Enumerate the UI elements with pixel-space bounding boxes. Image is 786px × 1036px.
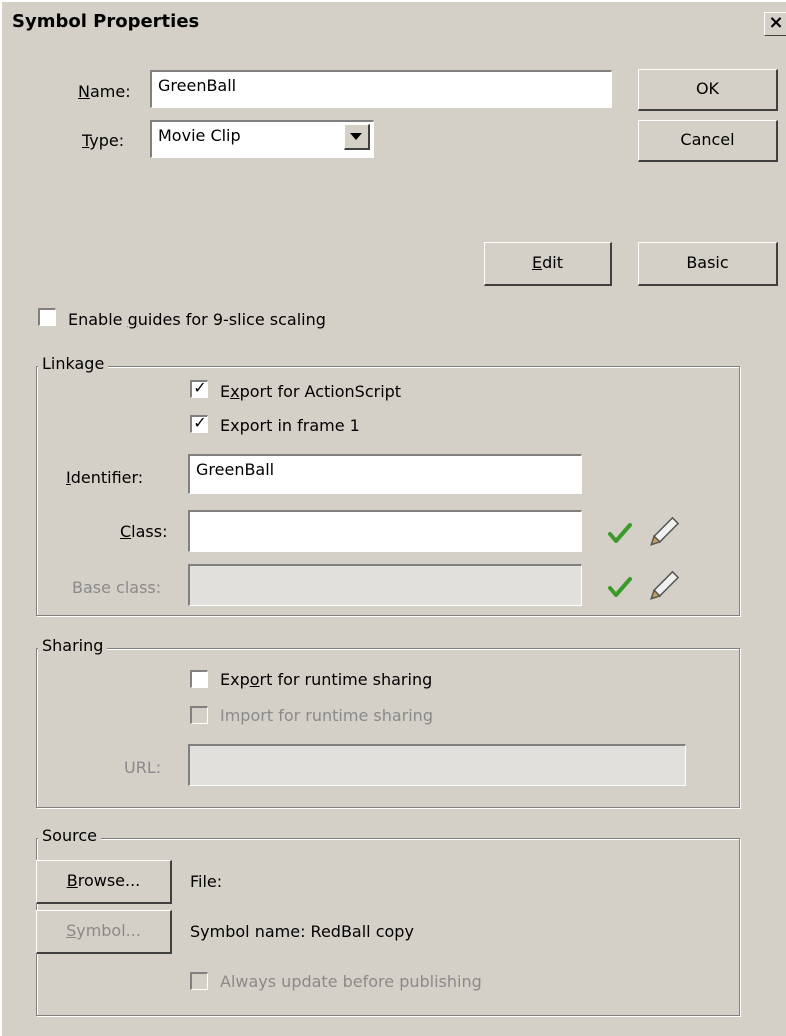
- cancel-button[interactable]: Cancel: [638, 120, 778, 162]
- file-label: File:: [190, 872, 223, 891]
- checkmark-icon: ✓: [193, 413, 207, 432]
- always-update-checkbox: [190, 972, 208, 990]
- export-runtime-label: Export for runtime sharing: [220, 670, 433, 689]
- check-icon: [608, 523, 632, 543]
- ok-button[interactable]: OK: [638, 69, 778, 111]
- edit-base-class-button[interactable]: [642, 564, 686, 608]
- edit-button[interactable]: Edit: [484, 242, 612, 286]
- browse-button[interactable]: Browse...: [36, 860, 172, 904]
- symbol-properties-dialog: Symbol Properties × Name: GreenBall Type…: [0, 0, 786, 1036]
- validate-base-class-button[interactable]: [598, 564, 642, 608]
- check-icon: [608, 577, 632, 597]
- source-title: Source: [38, 826, 101, 845]
- export-runtime-checkbox[interactable]: [190, 670, 208, 688]
- close-button[interactable]: ×: [764, 12, 786, 36]
- identifier-input[interactable]: GreenBall: [188, 454, 582, 494]
- checkmark-icon: ✓: [193, 378, 207, 397]
- pencil-icon: [650, 516, 680, 546]
- name-input[interactable]: GreenBall: [150, 70, 612, 108]
- validate-class-button[interactable]: [598, 510, 642, 554]
- identifier-label: Identifier:: [66, 468, 144, 487]
- always-update-label: Always update before publishing: [220, 972, 482, 991]
- type-dropdown-button[interactable]: [344, 124, 370, 150]
- pencil-icon: [650, 570, 680, 600]
- symbol-name-label: Symbol name: RedBall copy: [190, 922, 414, 941]
- chevron-down-icon: [350, 133, 362, 140]
- type-select-value: Movie Clip: [158, 126, 241, 145]
- name-label: Name:: [78, 82, 131, 101]
- export-actionscript-checkbox[interactable]: ✓: [190, 378, 208, 398]
- type-label: Type:: [82, 131, 125, 150]
- guides-checkbox[interactable]: [38, 308, 56, 326]
- class-label: Class:: [120, 522, 168, 541]
- linkage-title: Linkage: [38, 354, 109, 373]
- url-input: [188, 744, 686, 786]
- url-label: URL:: [124, 758, 162, 777]
- export-frame1-label: Export in frame 1: [220, 416, 360, 435]
- edit-class-button[interactable]: [642, 510, 686, 554]
- base-class-input: [188, 564, 582, 606]
- title-bar: Symbol Properties ×: [2, 2, 786, 42]
- export-frame1-checkbox[interactable]: ✓: [190, 413, 208, 433]
- class-input[interactable]: [188, 510, 582, 552]
- import-runtime-checkbox: [190, 706, 208, 724]
- guides-label: Enable guides for 9-slice scaling: [68, 310, 326, 329]
- close-icon: ×: [768, 12, 784, 33]
- basic-button[interactable]: Basic: [638, 242, 778, 286]
- import-runtime-label: Import for runtime sharing: [220, 706, 433, 725]
- export-actionscript-label: Export for ActionScript: [220, 382, 402, 401]
- type-select[interactable]: Movie Clip: [150, 120, 374, 158]
- sharing-title: Sharing: [38, 636, 108, 655]
- dialog-title: Symbol Properties: [12, 11, 200, 32]
- symbol-button: Symbol...: [36, 910, 172, 954]
- base-class-label: Base class:: [72, 578, 162, 597]
